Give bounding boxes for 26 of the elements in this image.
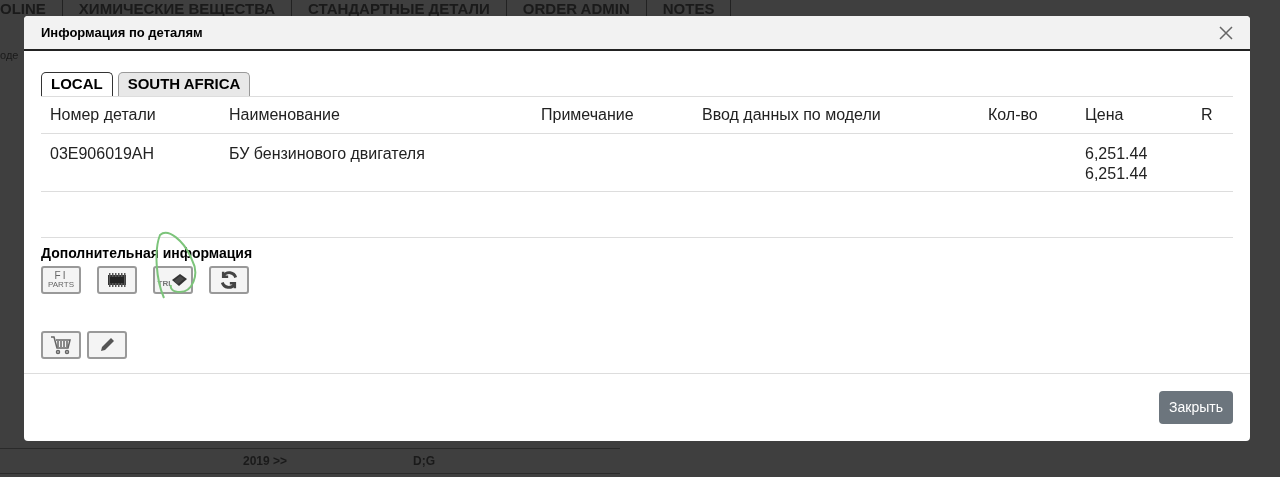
tool-button[interactable] (209, 266, 249, 294)
table-cell-text: БУ бензинового двигателя (228, 144, 426, 164)
column-header: R (1200, 105, 1214, 125)
column-header: Цена (1084, 105, 1125, 125)
column-header: Наименование (228, 105, 341, 125)
column-header: Ввод данных по модели (701, 105, 882, 125)
tool-button[interactable] (87, 331, 127, 359)
column-header: Номер детали (49, 105, 157, 125)
tool-button[interactable] (97, 266, 137, 294)
section-title: Дополнительная информация (41, 245, 253, 261)
tab[interactable]: SOUTH AFRICA (117, 72, 251, 96)
pencil-icon (98, 336, 116, 354)
column-header: Примечание (540, 105, 635, 125)
table-cell-text: 6,251.44 (1085, 164, 1149, 184)
dialog-title: Информация по деталям (41, 23, 203, 42)
chip-icon (106, 273, 128, 287)
tab[interactable]: LOCAL (41, 72, 113, 96)
table-cell-text: 03E906019AH (49, 144, 156, 164)
table-cell-text: 6,251.44 (1085, 144, 1149, 164)
fi-parts-icon: FI PARTS (48, 271, 74, 289)
close-icon[interactable] (1219, 25, 1233, 40)
column-header: Кол-во (987, 105, 1039, 125)
cart-icon (50, 335, 72, 355)
close-button[interactable]: Закрыть (1159, 391, 1233, 424)
refresh-icon (219, 270, 239, 290)
tool-button[interactable]: FI PARTS (41, 266, 81, 294)
